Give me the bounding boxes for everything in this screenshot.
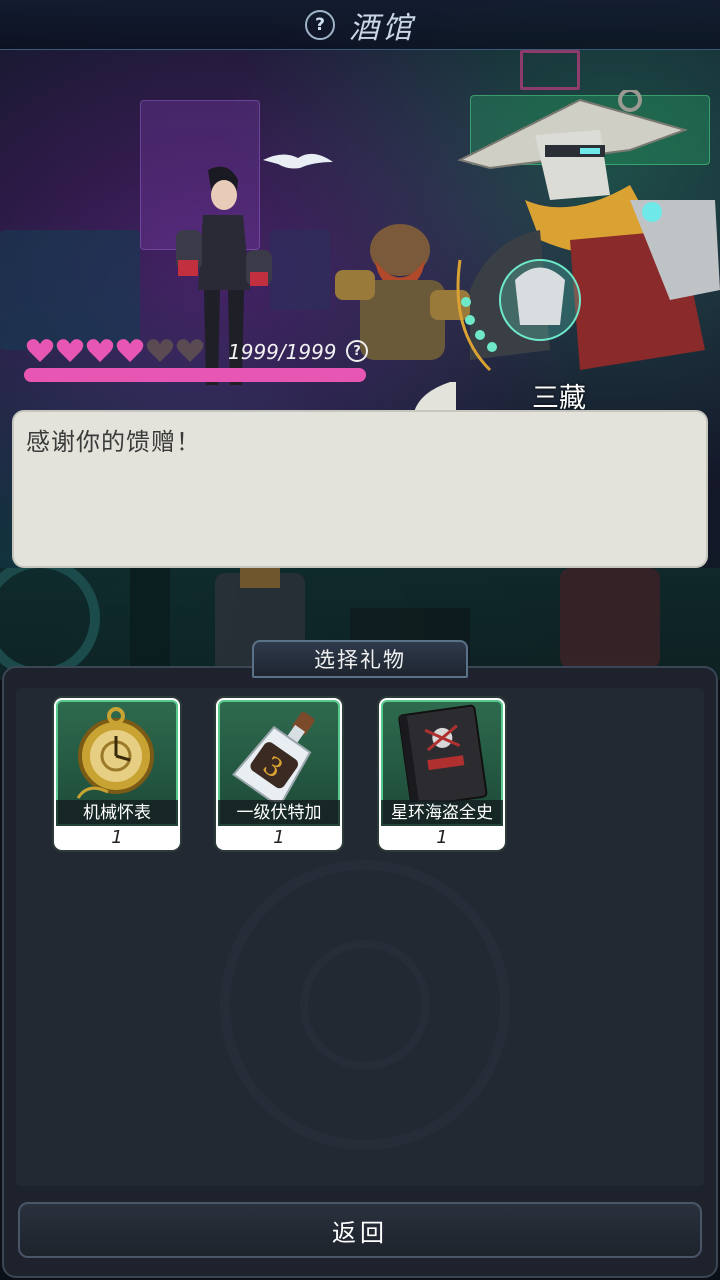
gift-item-count: 1 [436, 827, 448, 848]
title-bar: ? 酒馆 [0, 0, 720, 50]
affection-value: 1999/1999 [228, 340, 337, 364]
gift-item-name: 机械怀表 [56, 800, 178, 826]
dialog-text: 感谢你的馈赠！ [26, 428, 201, 456]
gift-item-name: 一级伏特加 [218, 800, 340, 826]
gift-item-name: 星环海盗全史 [381, 800, 503, 826]
help-icon[interactable]: ? [305, 9, 335, 40]
affection-help-icon[interactable]: ? [346, 340, 368, 362]
affection-hearts [26, 338, 204, 364]
heart-empty-icon [146, 339, 174, 362]
heart-filled-icon [116, 339, 144, 362]
pirate-book-icon [398, 704, 488, 808]
gift-panel-tab: 选择礼物 [252, 640, 468, 678]
affection-bar [24, 368, 366, 382]
page-title: 酒馆 [349, 10, 415, 46]
vodka-bottle-icon: 3 [232, 711, 315, 809]
gift-item-count: 1 [273, 827, 285, 848]
pocket-watch-icon [76, 707, 154, 799]
heart-filled-icon [26, 339, 54, 362]
back-button[interactable]: 返回 [18, 1202, 702, 1258]
heart-filled-icon [86, 339, 114, 362]
gift-item-pocket-watch[interactable]: 机械怀表 1 [54, 698, 180, 850]
background-emblem-inner [300, 940, 430, 1070]
dialog-box: 感谢你的馈赠！ [12, 410, 708, 568]
sanzang-robot-character-sprite [456, 90, 720, 372]
gift-item-vodka[interactable]: 3 一级伏特加 1 [216, 698, 342, 850]
speech-bubble-tail [414, 382, 456, 412]
heart-empty-icon [176, 339, 204, 362]
affection-bar-fill [24, 368, 366, 382]
gift-item-pirate-history-book[interactable]: 星环海盗全史 1 [379, 698, 505, 850]
heart-filled-icon [56, 339, 84, 362]
gift-item-count: 1 [111, 827, 123, 848]
